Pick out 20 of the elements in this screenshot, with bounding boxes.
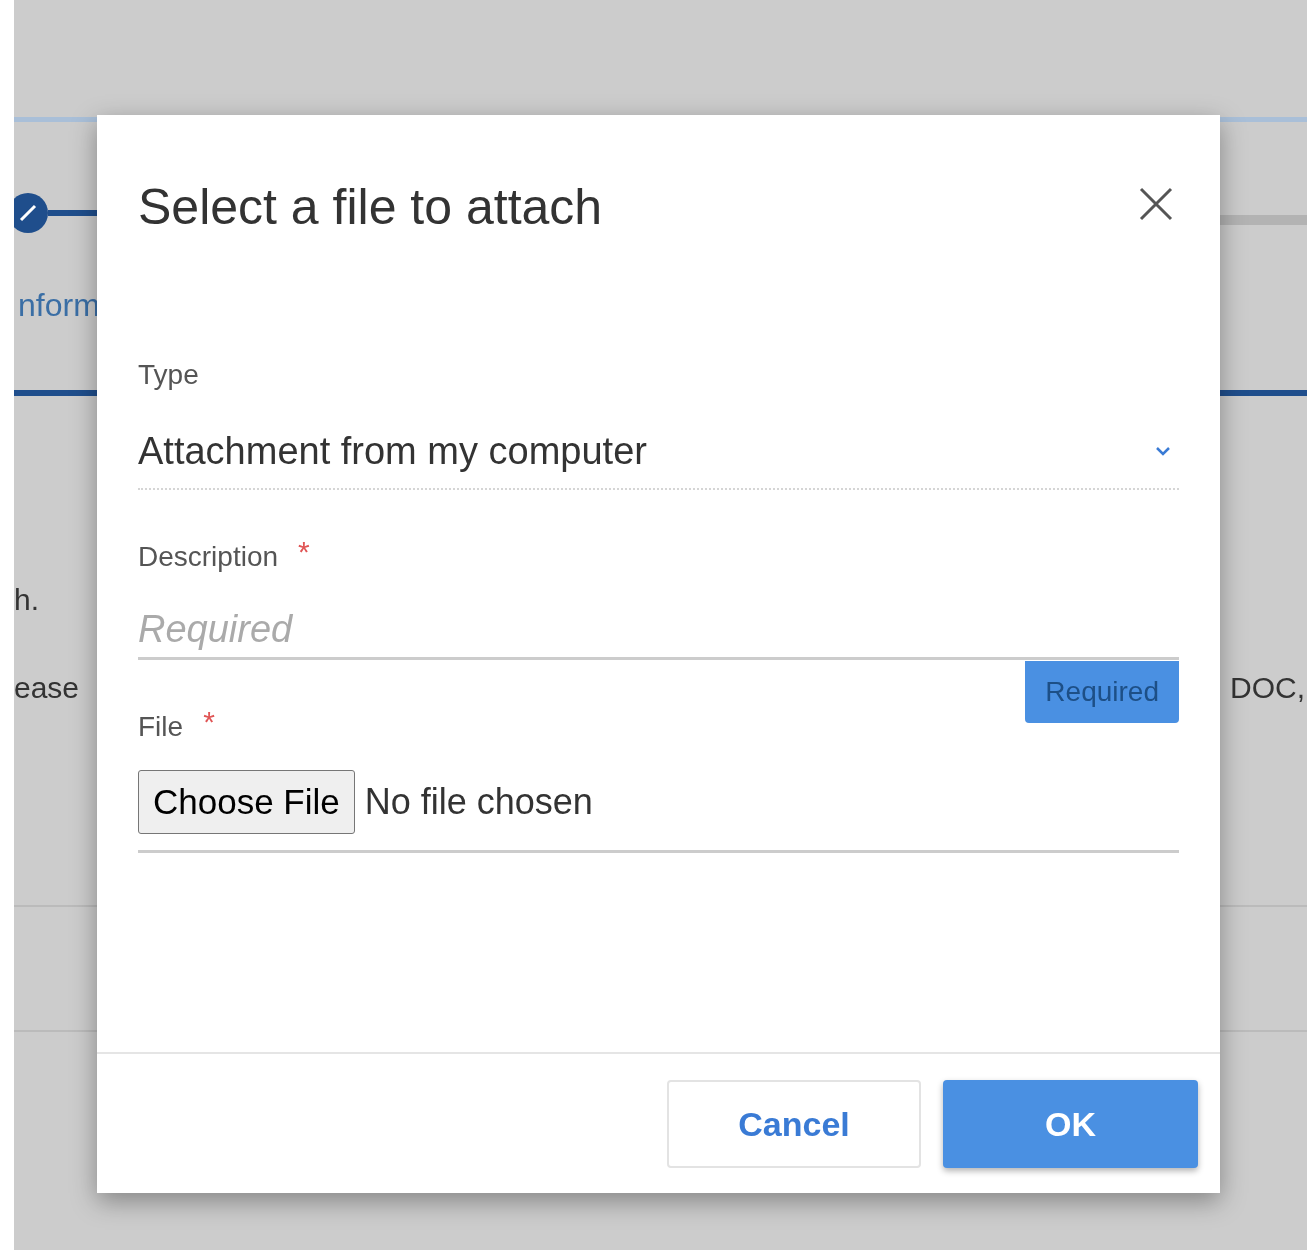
chevron-down-icon xyxy=(1155,446,1171,456)
field-label: File xyxy=(138,710,184,744)
body-text: DOC, xyxy=(1230,670,1306,706)
description-input[interactable]: Required xyxy=(138,602,1179,660)
required-mark: * xyxy=(203,710,215,734)
body-text: h. xyxy=(14,583,40,616)
type-select[interactable]: Attachment from my computer xyxy=(138,428,1179,490)
step-check-icon xyxy=(14,193,48,233)
body-text: ease xyxy=(14,670,80,706)
step-connector xyxy=(48,210,98,216)
field-label: Description xyxy=(138,540,279,574)
cancel-button[interactable]: Cancel xyxy=(667,1080,921,1168)
file-status: No file chosen xyxy=(364,780,593,824)
step-label: nform xyxy=(18,287,100,323)
error-tooltip: Required xyxy=(1025,661,1179,723)
field-label: Type xyxy=(138,358,199,392)
choose-file-button[interactable]: Choose File xyxy=(138,770,355,834)
required-mark: * xyxy=(298,540,310,564)
close-icon[interactable] xyxy=(1137,185,1175,223)
dialog-title: Select a file to attach xyxy=(138,178,603,237)
